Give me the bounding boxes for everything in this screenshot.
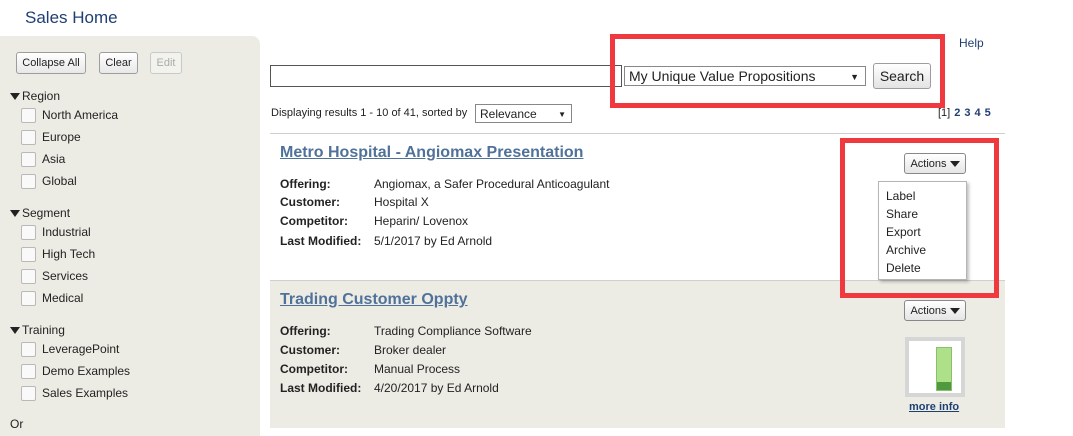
facet-item-high-tech[interactable]: High Tech	[21, 243, 95, 265]
checkbox[interactable]	[21, 129, 36, 145]
checkbox[interactable]	[21, 268, 36, 284]
actions-button[interactable]: Actions	[904, 300, 966, 321]
result-card: Trading Customer Oppty Offering: Trading …	[270, 281, 1005, 428]
facet-segment: Segment Industrial High Tech Services Me…	[10, 205, 95, 309]
facet-item-medical[interactable]: Medical	[21, 287, 95, 309]
dropdown-caret-icon: ▼	[850, 72, 859, 82]
document-thumbnail[interactable]	[905, 337, 965, 397]
sidebar: Collapse All Clear Edit Region North Ame…	[0, 36, 260, 436]
bar-graphic-icon	[936, 347, 952, 391]
actions-button[interactable]: Actions	[904, 153, 966, 174]
or-label: Or	[10, 417, 24, 431]
app-title[interactable]: Sales Home	[25, 8, 118, 28]
facet-item-industrial[interactable]: Industrial	[21, 221, 95, 243]
checkbox[interactable]	[21, 173, 36, 189]
checkbox[interactable]	[21, 151, 36, 167]
page-link[interactable]: 2	[954, 107, 960, 119]
menu-item-share[interactable]: Share	[879, 205, 966, 223]
dropdown-caret-icon: ▼	[558, 110, 566, 119]
facet-training: Training LeveragePoint Demo Examples Sal…	[10, 322, 130, 404]
bar-base	[937, 382, 951, 390]
search-button[interactable]: Search	[873, 63, 931, 89]
checkbox[interactable]	[21, 246, 36, 262]
menu-item-archive[interactable]: Archive	[879, 241, 966, 259]
facet-header-training[interactable]: Training	[10, 322, 130, 338]
field-competitor: Competitor: Heparin/ Lovenox	[280, 214, 469, 228]
field-customer: Customer: Hospital X	[280, 195, 429, 209]
facet-item-services[interactable]: Services	[21, 265, 95, 287]
collapse-triangle-icon	[10, 92, 20, 100]
result-title-link[interactable]: Trading Customer Oppty	[280, 291, 468, 309]
clear-button[interactable]: Clear	[99, 52, 138, 74]
checkbox[interactable]	[21, 107, 36, 123]
facet-header-segment[interactable]: Segment	[10, 205, 95, 221]
facet-item-asia[interactable]: Asia	[21, 148, 118, 170]
facet-item-sales-examples[interactable]: Sales Examples	[21, 382, 130, 404]
edit-button[interactable]: Edit	[150, 52, 182, 74]
facet-item-demo-examples[interactable]: Demo Examples	[21, 360, 130, 382]
page-link[interactable]: 3	[964, 107, 970, 119]
checkbox[interactable]	[21, 363, 36, 379]
dropdown-caret-icon	[949, 160, 960, 167]
result-title-link[interactable]: Metro Hospital - Angiomax Presentation	[280, 144, 583, 162]
field-competitor: Competitor: Manual Process	[280, 362, 461, 376]
field-customer: Customer: Broker dealer	[280, 343, 447, 357]
search-input[interactable]	[270, 65, 622, 87]
help-link[interactable]: Help	[959, 36, 984, 50]
dropdown-caret-icon	[949, 307, 960, 314]
checkbox[interactable]	[21, 385, 36, 401]
collapse-all-button[interactable]: Collapse All	[16, 52, 86, 74]
menu-item-label[interactable]: Label	[879, 187, 966, 205]
actions-menu: Label Share Export Archive Delete	[878, 181, 967, 280]
field-last-modified: Last Modified: 4/20/2017 by Ed Arnold	[280, 381, 499, 395]
checkbox[interactable]	[21, 341, 36, 357]
menu-item-export[interactable]: Export	[879, 223, 966, 241]
collapse-triangle-icon	[10, 209, 20, 217]
more-info-link[interactable]: more info	[909, 401, 959, 413]
facet-item-global[interactable]: Global	[21, 170, 118, 192]
facet-item-leveragepoint[interactable]: LeveragePoint	[21, 338, 130, 360]
facet-region: Region North America Europe Asia Global	[10, 88, 118, 192]
field-offering: Offering: Trading Compliance Software	[280, 324, 532, 338]
field-last-modified: Last Modified: 5/1/2017 by Ed Arnold	[280, 234, 493, 248]
checkbox[interactable]	[21, 290, 36, 306]
checkbox[interactable]	[21, 224, 36, 240]
facet-item-europe[interactable]: Europe	[21, 126, 118, 148]
page-link[interactable]: 5	[985, 107, 991, 119]
menu-item-delete[interactable]: Delete	[879, 259, 966, 277]
facet-header-region[interactable]: Region	[10, 88, 118, 104]
pagination: [1] 2 3 4 5	[938, 107, 991, 119]
facet-item-north-america[interactable]: North America	[21, 104, 118, 126]
page-link[interactable]: 4	[974, 107, 980, 119]
results-info: Displaying results 1 - 10 of 41, sorted …	[271, 107, 468, 119]
collapse-triangle-icon	[10, 326, 20, 334]
sort-select[interactable]: Relevance ▼	[475, 104, 572, 123]
field-offering: Offering: Angiomax, a Safer Procedural An…	[280, 177, 610, 191]
search-scope-select[interactable]: My Unique Value Propositions ▼	[624, 66, 866, 86]
page-current: [1]	[938, 107, 951, 119]
